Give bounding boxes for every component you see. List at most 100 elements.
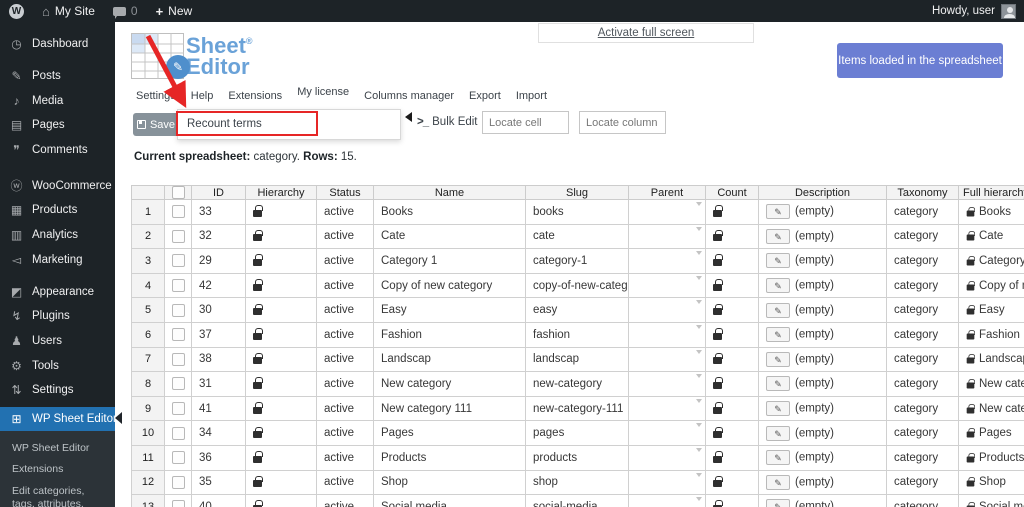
comments-indicator[interactable]: 0 [104, 0, 147, 22]
sidebar-item-posts[interactable]: ✎ Posts [0, 64, 115, 89]
cell-taxonomy[interactable]: category [886, 223, 959, 250]
row-checkbox[interactable] [171, 205, 185, 219]
cell-name[interactable]: New category [373, 371, 526, 397]
cell-parent[interactable] [628, 346, 706, 373]
cell-locked[interactable] [705, 297, 759, 323]
row-number[interactable]: 7 [131, 346, 165, 373]
activate-full-screen-link[interactable]: Activate full screen [598, 27, 695, 39]
cell-taxonomy[interactable]: category [886, 444, 959, 471]
row-number[interactable]: 12 [131, 469, 165, 496]
cell-parent[interactable] [628, 199, 706, 225]
collapse-arrow-icon[interactable] [405, 112, 412, 122]
cell-slug[interactable]: products [525, 444, 629, 471]
cell-slug[interactable]: landscap [525, 346, 629, 373]
sidebar-item-woocommerce[interactable]: ⓦ WooCommerce [0, 173, 115, 198]
row-number[interactable]: 8 [131, 371, 165, 397]
cell-locked[interactable] [705, 248, 759, 274]
user-avatar[interactable] [1001, 3, 1016, 19]
row-number[interactable]: 10 [131, 420, 165, 446]
cell-status[interactable]: active [316, 346, 374, 373]
cell-slug[interactable]: fashion [525, 321, 629, 348]
cell-locked[interactable] [245, 371, 317, 397]
cell-description[interactable]: ✎ (empty) [758, 272, 887, 299]
col-header-full-hierarchy[interactable]: Full hierarchy [958, 185, 1024, 200]
cell-locked[interactable] [705, 469, 759, 496]
cell-name[interactable]: Easy [373, 297, 526, 323]
row-checkbox[interactable] [171, 279, 185, 293]
cell-slug[interactable]: easy [525, 297, 629, 323]
row-checkbox[interactable] [171, 500, 185, 507]
cell-taxonomy[interactable]: category [886, 297, 959, 323]
edit-description-button[interactable]: ✎ [766, 376, 790, 392]
sidebar-item-settings[interactable]: ⇅ Settings [0, 378, 115, 403]
tab-import[interactable]: Import [516, 90, 547, 102]
bulk-edit-button[interactable]: >_ Bulk Edit [417, 116, 478, 128]
new-content-menu[interactable]: + New [147, 0, 202, 22]
cell-full-hierarchy[interactable]: Cate [958, 223, 1024, 250]
cell-id[interactable]: 34 [191, 420, 246, 446]
cell-name[interactable]: Landscap [373, 346, 526, 373]
sidebar-item-plugins[interactable]: ↯ Plugins [0, 304, 115, 329]
cell-status[interactable]: active [316, 248, 374, 274]
cell-full-hierarchy[interactable]: Category 1 [958, 248, 1024, 274]
cell-taxonomy[interactable]: category [886, 469, 959, 496]
cell-id[interactable]: 36 [191, 444, 246, 471]
cell-full-hierarchy[interactable]: Pages [958, 420, 1024, 446]
tab-settings[interactable]: Settings [136, 90, 176, 102]
cell-full-hierarchy[interactable]: New categ... [958, 395, 1024, 422]
col-header-id[interactable]: ID [191, 185, 246, 200]
col-header-parent[interactable]: Parent [628, 185, 706, 200]
cell-slug[interactable]: copy-of-new-category [525, 272, 629, 299]
edit-description-button[interactable]: ✎ [766, 351, 790, 367]
dropdown-caret-icon[interactable] [696, 497, 702, 502]
dropdown-caret-icon[interactable] [696, 275, 702, 280]
locate-column-input[interactable] [579, 111, 666, 134]
howdy-user[interactable]: Howdy, user [932, 5, 995, 17]
dropdown-caret-icon[interactable] [696, 300, 702, 305]
cell-slug[interactable]: cate [525, 223, 629, 250]
cell-name[interactable]: Copy of new category [373, 272, 526, 299]
cell-status[interactable]: active [316, 420, 374, 446]
sidebar-item-wp-sheet-editor[interactable]: ⊞ WP Sheet Editor [0, 406, 117, 432]
col-header-description[interactable]: Description [758, 185, 887, 200]
sidebar-item-tools[interactable]: ⚙ Tools [0, 353, 115, 378]
cell-description[interactable]: ✎ (empty) [758, 494, 887, 507]
sidebar-item-products[interactable]: ▦ Products [0, 198, 115, 223]
cell-locked[interactable] [245, 420, 317, 446]
row-number[interactable]: 1 [131, 199, 165, 225]
cell-taxonomy[interactable]: category [886, 321, 959, 348]
dropdown-caret-icon[interactable] [696, 398, 702, 403]
sidebar-subitem-wp-sheet-editor[interactable]: WP Sheet Editor [0, 438, 115, 459]
cell-taxonomy[interactable]: category [886, 494, 959, 507]
col-header-count[interactable]: Count [705, 185, 759, 200]
row-checkbox[interactable] [171, 254, 185, 268]
row-number[interactable]: 13 [131, 494, 165, 507]
cell-name[interactable]: New category 111 [373, 395, 526, 422]
cell-description[interactable]: ✎ (empty) [758, 444, 887, 471]
cell-locked[interactable] [245, 199, 317, 225]
row-number[interactable]: 4 [131, 272, 165, 299]
cell-locked[interactable] [245, 297, 317, 323]
row-checkbox[interactable] [171, 352, 185, 366]
cell-locked[interactable] [245, 346, 317, 373]
cell-locked[interactable] [705, 444, 759, 471]
cell-locked[interactable] [245, 272, 317, 299]
my-site-link[interactable]: ⌂ My Site [33, 0, 104, 22]
cell-parent[interactable] [628, 420, 706, 446]
row-number[interactable]: 6 [131, 321, 165, 348]
cell-id[interactable]: 31 [191, 371, 246, 397]
cell-status[interactable]: active [316, 272, 374, 299]
cell-taxonomy[interactable]: category [886, 346, 959, 373]
edit-description-button[interactable]: ✎ [766, 499, 790, 507]
row-checkbox[interactable] [171, 229, 185, 243]
cell-status[interactable]: active [316, 297, 374, 323]
cell-locked[interactable] [245, 248, 317, 274]
save-button[interactable]: Save [133, 113, 179, 136]
cell-taxonomy[interactable]: category [886, 248, 959, 274]
tab-extensions[interactable]: Extensions [228, 90, 282, 102]
tab-columns-manager[interactable]: Columns manager [364, 90, 454, 102]
sidebar-subitem-extensions[interactable]: Extensions [0, 459, 115, 480]
row-checkbox[interactable] [171, 402, 185, 416]
cell-taxonomy[interactable]: category [886, 420, 959, 446]
cell-locked[interactable] [705, 420, 759, 446]
